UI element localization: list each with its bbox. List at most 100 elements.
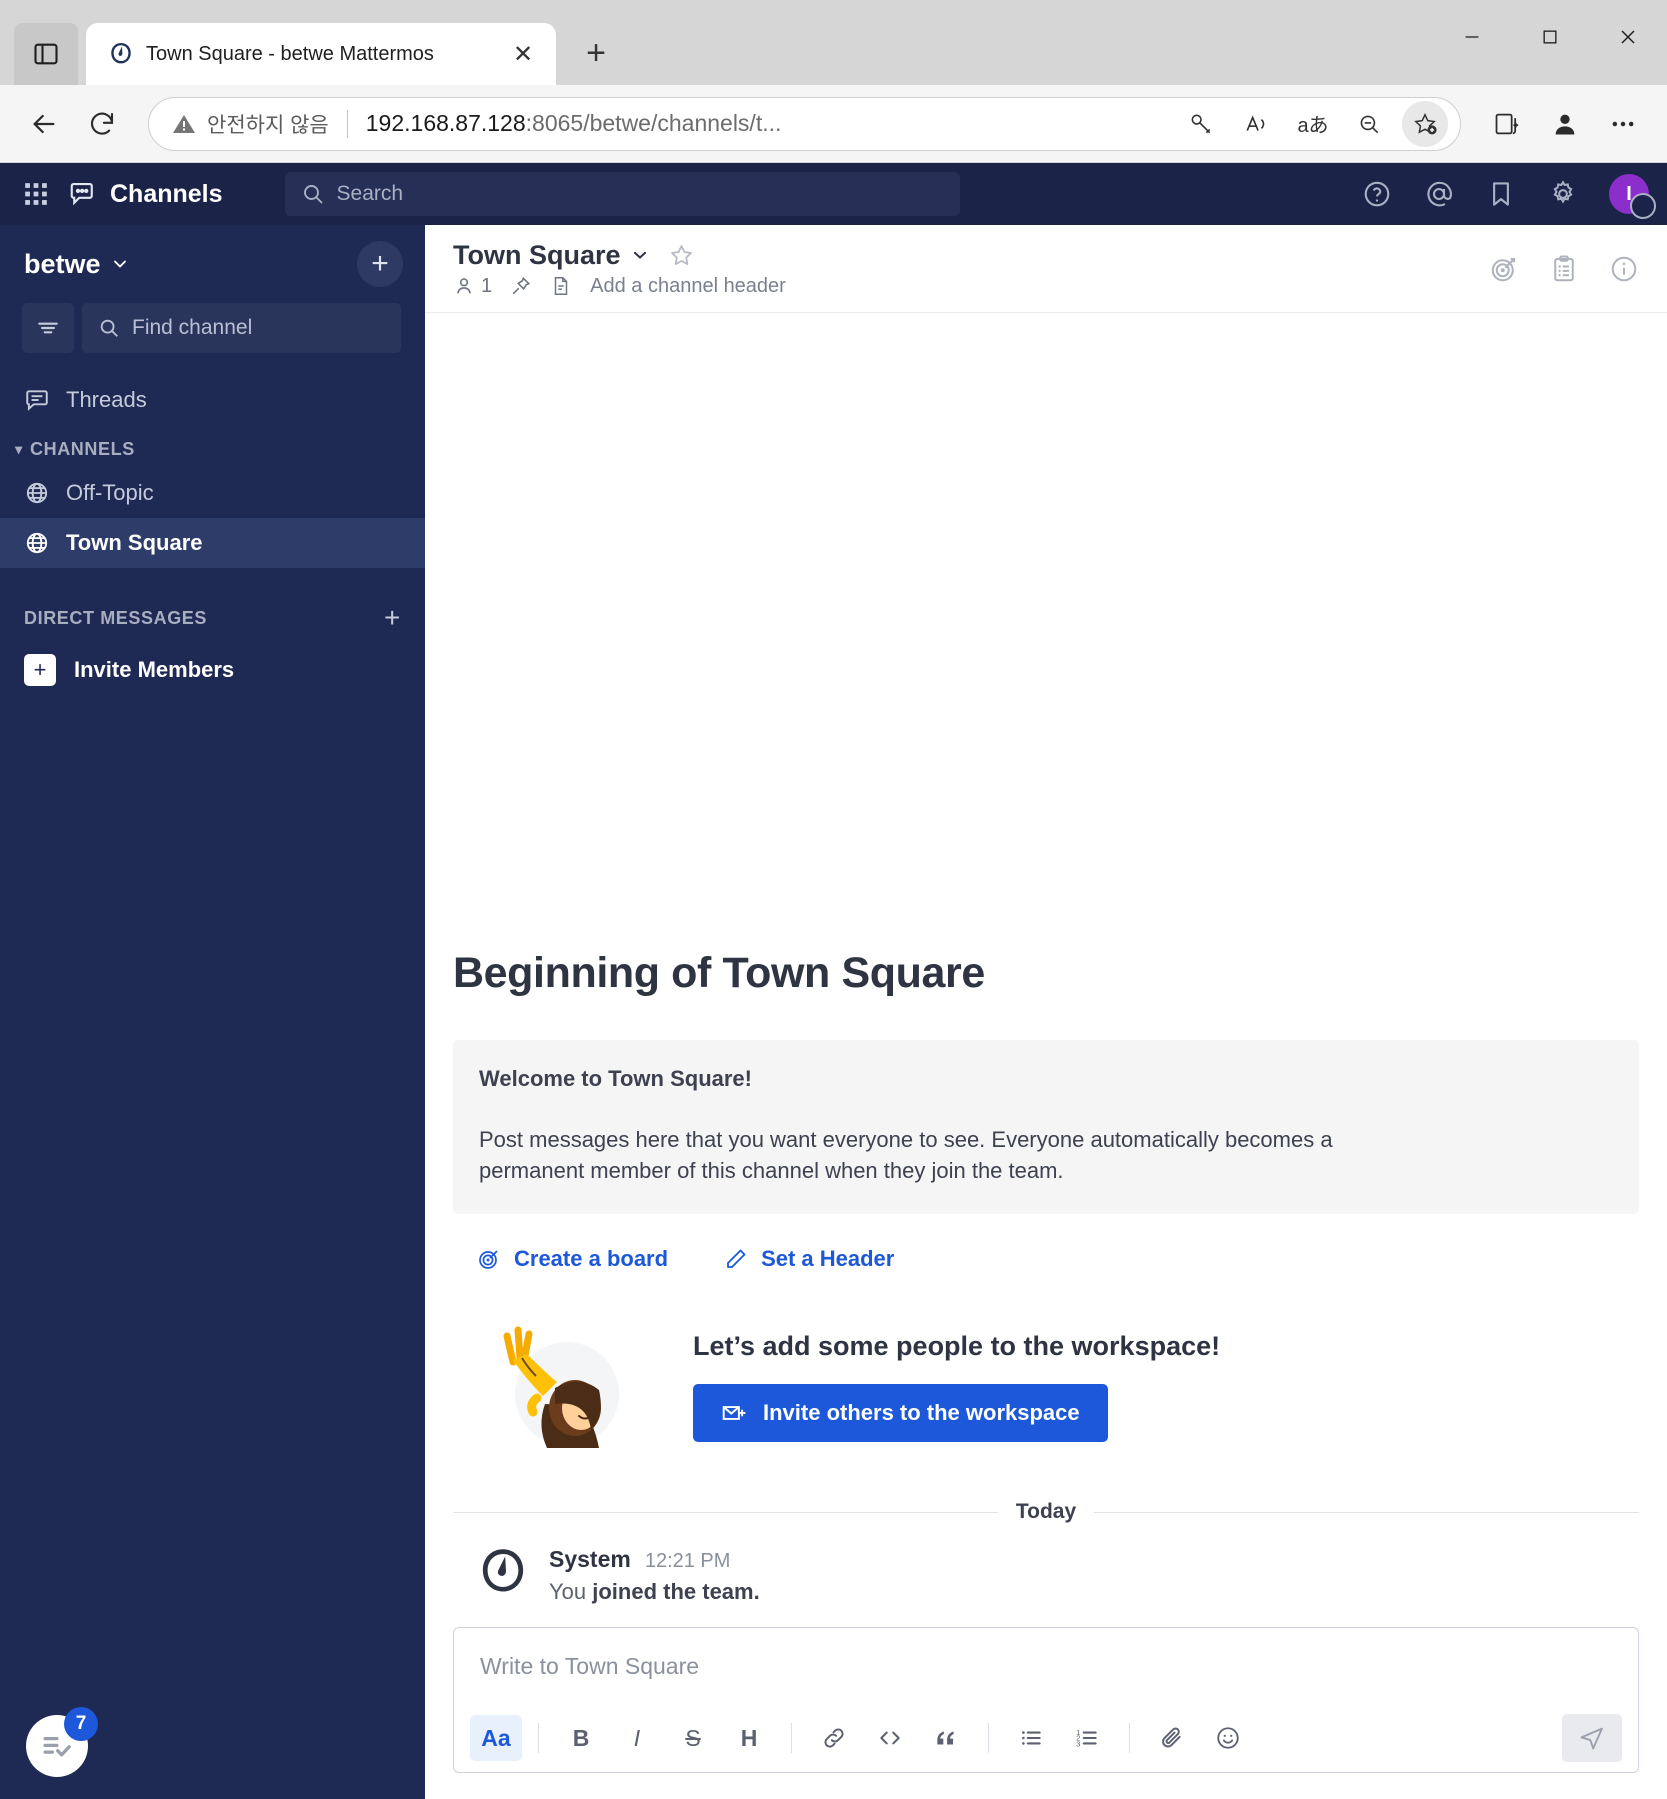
browser-tab[interactable]: Town Square - betwe Mattermos ✕ <box>86 23 556 85</box>
waving-person-illustration <box>503 1326 619 1448</box>
add-direct-message-button[interactable]: + <box>384 602 401 634</box>
channel-sidebar: betwe + Find channel Threads ▾ CHANNELS … <box>0 225 425 1799</box>
new-tab-button[interactable]: + <box>572 29 620 77</box>
channel-title-row: Town Square <box>453 240 786 271</box>
channel-info-icon[interactable] <box>1609 254 1639 284</box>
translate-icon[interactable]: aあ <box>1290 101 1336 147</box>
app-body: betwe + Find channel Threads ▾ CHANNELS … <box>0 225 1667 1799</box>
add-favorite-icon[interactable] <box>1402 100 1448 147</box>
code-button[interactable] <box>864 1715 916 1761</box>
ordered-list-button[interactable]: 1 2 3 <box>1061 1715 1113 1761</box>
find-channel-placeholder: Find channel <box>132 316 253 339</box>
channel-members-button[interactable]: 1 <box>453 275 492 298</box>
mattermost-app: Channels Search I betwe + Find channel T… <box>0 163 1667 1799</box>
address-bar[interactable]: 안전하지 않음 192.168.87.128:8065/betwe/channe… <box>148 96 1461 151</box>
find-channel-row: Find channel <box>0 303 425 353</box>
date-separator-label: Today <box>1015 1500 1077 1523</box>
strikethrough-button[interactable]: S <box>667 1715 719 1761</box>
saved-posts-icon[interactable] <box>1479 172 1523 216</box>
intro-description-text: Post messages here that you want everyon… <box>479 1126 1333 1183</box>
message-composer: Write to Town Square Aa B I S H 1 2 3 <box>453 1627 1639 1773</box>
post-item[interactable]: System 12:21 PM You joined the team. <box>453 1546 1639 1619</box>
add-channel-header-button[interactable]: Add a channel header <box>590 275 786 298</box>
product-channels-button[interactable]: Channels <box>68 179 223 209</box>
invite-title: Let’s add some people to the workspace! <box>693 1330 1221 1361</box>
invite-others-button[interactable]: Invite others to the workspace <box>693 1383 1108 1442</box>
settings-icon[interactable] <box>1541 172 1585 216</box>
reload-icon[interactable] <box>76 98 128 150</box>
composer-wrapper: Write to Town Square Aa B I S H 1 2 3 <box>425 1619 1667 1799</box>
post-author: System <box>549 1546 631 1572</box>
message-input[interactable]: Write to Town Square <box>454 1628 1638 1704</box>
browser-more-icon[interactable] <box>1597 98 1649 150</box>
favorite-star-icon[interactable] <box>668 242 695 269</box>
sidebar-item-threads[interactable]: Threads <box>0 375 425 425</box>
sidebar-category-direct-messages[interactable]: DIRECT MESSAGES + <box>0 568 425 642</box>
create-board-button[interactable]: Create a board <box>477 1246 668 1272</box>
close-icon[interactable]: ✕ <box>506 37 540 71</box>
channel-intro-title: Beginning of Town Square <box>453 948 985 997</box>
help-icon[interactable] <box>1355 172 1399 216</box>
tab-sidebar-toggle-button[interactable] <box>14 23 78 85</box>
attachment-button[interactable] <box>1146 1715 1198 1761</box>
formatting-toggle[interactable]: Aa <box>470 1715 522 1761</box>
emoji-button[interactable] <box>1202 1715 1254 1761</box>
toolbar-divider <box>1129 1723 1130 1753</box>
profile-icon[interactable] <box>1539 98 1591 150</box>
collections-icon[interactable] <box>1481 98 1533 150</box>
channel-name-dropdown[interactable]: Town Square <box>453 240 650 271</box>
invite-mail-icon <box>722 1405 746 1420</box>
invite-members-button[interactable]: + Invite Members <box>0 642 425 698</box>
channel-filter-icon[interactable] <box>22 303 74 353</box>
bulleted-list-button[interactable] <box>1005 1715 1057 1761</box>
window-close-icon[interactable] <box>1589 0 1667 74</box>
post-list[interactable]: Beginning of Town Square Welcome to Town… <box>425 313 1667 1619</box>
sidebar-item-town-square[interactable]: Town Square <box>0 518 425 568</box>
sidebar-item-off-topic[interactable]: Off-Topic <box>0 468 425 518</box>
italic-button[interactable]: I <box>611 1715 663 1761</box>
search-input[interactable]: Search <box>284 172 960 216</box>
pinned-posts-icon[interactable] <box>510 275 532 297</box>
team-name-label: betwe <box>24 248 101 279</box>
post-meta: System 12:21 PM <box>549 1546 760 1573</box>
set-header-button[interactable]: Set a Header <box>724 1246 894 1272</box>
product-name-label: Channels <box>110 179 223 208</box>
back-icon[interactable] <box>18 98 70 150</box>
heading-button[interactable]: H <box>723 1715 775 1761</box>
search-icon <box>303 185 323 204</box>
channel-files-icon[interactable] <box>550 275 572 297</box>
category-label: CHANNELS <box>30 439 135 459</box>
team-name-button[interactable]: betwe <box>24 249 130 280</box>
bold-button[interactable]: B <box>555 1715 607 1761</box>
translate-glyph: aあ <box>1297 115 1329 137</box>
team-header: betwe + <box>0 225 425 303</box>
url-text: 192.168.87.128:8065/betwe/channels/t... <box>366 110 1168 137</box>
svg-text:3: 3 <box>1076 1740 1080 1749</box>
pencil-icon <box>727 1249 746 1268</box>
mentions-icon[interactable] <box>1417 172 1461 216</box>
quote-icon <box>937 1731 954 1745</box>
onboarding-checklist-button[interactable]: 7 <box>26 1707 98 1777</box>
browser-tabstrip: Town Square - betwe Mattermos ✕ + <box>0 0 1667 85</box>
minimize-icon[interactable] <box>1433 0 1511 74</box>
post-timestamp: 12:21 PM <box>644 1550 731 1572</box>
emoji-icon <box>1217 1727 1239 1749</box>
zoom-out-icon[interactable] <box>1346 101 1392 147</box>
find-channel-input[interactable]: Find channel <box>82 303 401 353</box>
sidebar-item-label: Threads <box>66 387 147 412</box>
permissions-key-icon[interactable] <box>1178 101 1224 147</box>
toolbar-divider <box>538 1723 539 1753</box>
browser-navbar: 안전하지 않음 192.168.87.128:8065/betwe/channe… <box>0 85 1667 163</box>
sidebar-item-label: Town Square <box>66 530 203 555</box>
playbooks-icon[interactable] <box>1489 254 1519 284</box>
send-button[interactable] <box>1562 1714 1622 1762</box>
product-switcher-icon[interactable] <box>14 172 58 216</box>
sidebar-category-channels[interactable]: ▾ CHANNELS <box>0 425 425 468</box>
maximize-icon[interactable] <box>1511 0 1589 74</box>
avatar[interactable]: I <box>1609 174 1656 219</box>
boards-icon[interactable] <box>1549 254 1579 284</box>
quote-button[interactable] <box>920 1715 972 1761</box>
link-button[interactable] <box>808 1715 860 1761</box>
read-aloud-icon[interactable] <box>1234 101 1280 147</box>
add-channel-button[interactable]: + <box>357 241 403 287</box>
